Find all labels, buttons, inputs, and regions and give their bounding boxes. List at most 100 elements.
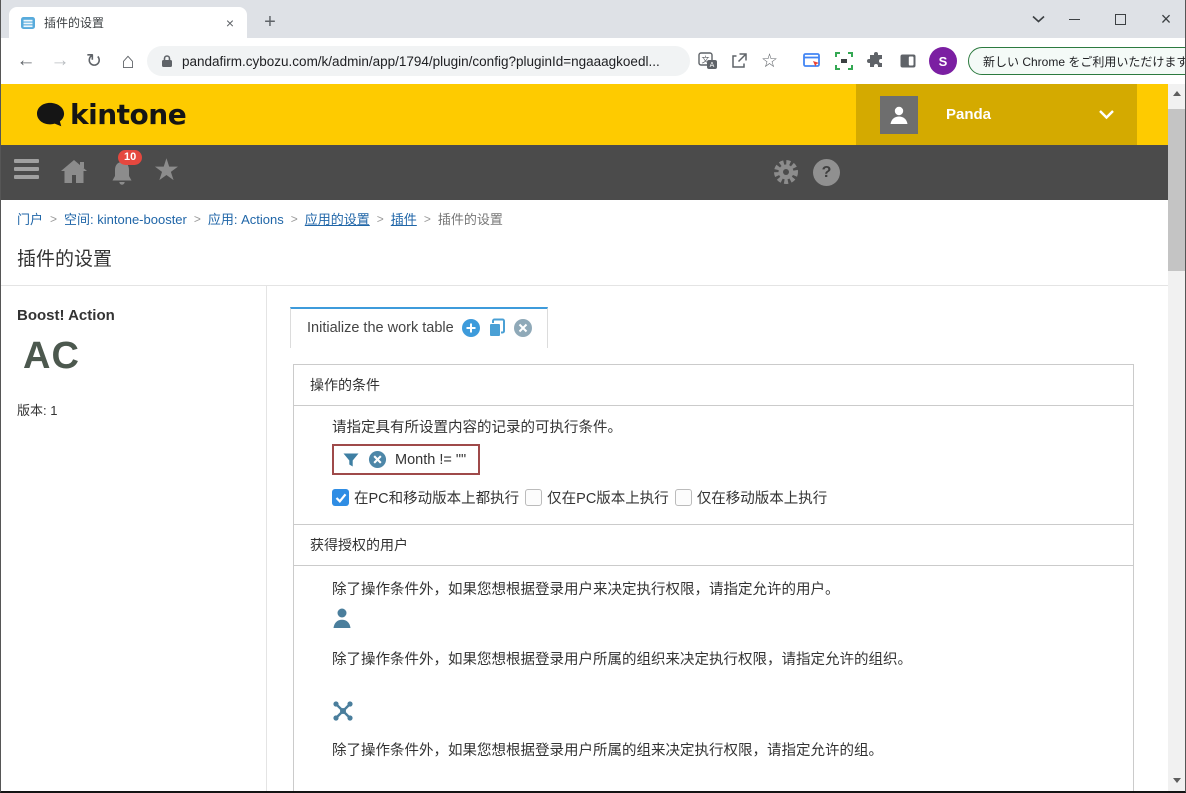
settings-gear-icon[interactable] [772, 158, 800, 191]
url-text: pandafirm.cybozu.com/k/admin/app/1794/pl… [182, 53, 660, 69]
svg-text:A: A [709, 62, 714, 69]
reload-button[interactable] [77, 44, 111, 78]
action-tab-label: Initialize the work table [307, 320, 454, 336]
extensions-group [797, 47, 922, 76]
kintone-logo-text: kintone [70, 98, 187, 131]
page-title: 插件的设置 [17, 249, 113, 270]
favorites-star-icon[interactable] [153, 153, 180, 189]
scrollbar-thumb[interactable] [1168, 109, 1185, 271]
filter-funnel-icon[interactable] [342, 451, 360, 469]
browser-toolbar: pandafirm.cybozu.com/k/admin/app/1794/pl… [1, 38, 1185, 84]
menu-hamburger-icon[interactable] [14, 159, 39, 183]
add-user-icon[interactable] [332, 607, 1109, 634]
browser-titlebar: 插件的设置 [1, 0, 1185, 38]
notification-count-badge: 10 [118, 150, 143, 165]
settings-panel: 操作的条件 请指定具有所设置内容的记录的可执行条件。 Month != "" 在… [293, 364, 1134, 791]
checkbox-unchecked-icon[interactable] [674, 489, 692, 506]
kintone-app-favicon-icon [20, 15, 36, 31]
tab-close-icon[interactable] [221, 14, 239, 32]
browser-scrollbar[interactable] [1168, 84, 1185, 791]
browser-window: 插件的设置 pandafirm.cybozu.com/k/admin/app/1… [0, 0, 1186, 793]
filter-condition-box[interactable]: Month != "" [332, 444, 481, 475]
chrome-update-notice-text: 新しい Chrome をご利用いただけます [983, 54, 1186, 69]
checkbox-unchecked-icon[interactable] [525, 489, 543, 506]
authorized-section-body: 除了操作条件外，如果您想根据登录用户来决定执行权限，请指定允许的用户。 除了操作… [294, 566, 1133, 791]
authorized-section-header: 获得授权的用户 [294, 524, 1133, 566]
tab-title: 插件的设置 [44, 16, 105, 30]
checkbox-checked-icon[interactable] [332, 489, 349, 506]
fullscreen-capture-extension-icon[interactable] [829, 47, 858, 76]
user-menu[interactable]: Panda [856, 84, 1137, 145]
breadcrumb-separator: > [193, 211, 201, 226]
checkbox-label: 仅在PC版本上执行 [547, 491, 669, 507]
browser-home-button[interactable] [111, 44, 145, 78]
breadcrumb-app-settings-link[interactable]: 应用的设置 [305, 209, 370, 228]
add-action-icon[interactable] [461, 318, 481, 338]
tab-search-chevron-icon[interactable] [1019, 0, 1057, 38]
delete-action-icon[interactable] [513, 318, 533, 338]
condition-section-header: 操作的条件 [294, 365, 1133, 406]
breadcrumb-current: 插件的设置 [437, 212, 503, 227]
checkbox-label: 仅在移动版本上执行 [696, 491, 828, 507]
page-body: 门户 > 空间: kintone-booster > 应用: Actions >… [1, 200, 1185, 791]
condition-section-body: 请指定具有所设置内容的记录的可执行条件。 Month != "" 在PC和移动版… [294, 406, 1133, 524]
user-avatar [880, 95, 918, 134]
remove-condition-icon[interactable] [368, 450, 387, 469]
checkbox-run-on-mobile-only[interactable]: 仅在移动版本上执行 [674, 487, 828, 508]
action-tab[interactable]: Initialize the work table [290, 307, 548, 348]
kintone-global-nav: 10 [1, 145, 1185, 341]
extensions-puzzle-icon[interactable] [861, 47, 890, 76]
new-tab-button[interactable] [257, 9, 283, 35]
checkbox-run-on-pc-only[interactable]: 仅在PC版本上执行 [525, 487, 669, 508]
platform-checkbox-row: 在PC和移动版本上都执行 仅在PC版本上执行 仅在移动版本上执行 [332, 487, 1109, 508]
checkbox-label: 在PC和移动版本上都执行 [354, 491, 520, 507]
portal-home-icon[interactable] [59, 158, 89, 191]
screenshot-extension-icon[interactable] [797, 47, 826, 76]
breadcrumb-plugins-link[interactable]: 插件 [391, 209, 417, 228]
close-window-button[interactable] [1147, 0, 1185, 38]
checkbox-run-on-pc-and-mobile[interactable]: 在PC和移动版本上都执行 [332, 487, 519, 508]
browser-profile-avatar[interactable]: S [929, 47, 957, 75]
plugin-name: Boost! Action [17, 307, 115, 324]
lock-icon [161, 54, 173, 68]
user-name: Panda [946, 106, 992, 123]
kintone-logo-icon [35, 101, 67, 129]
kintone-logo[interactable]: kintone [35, 84, 187, 145]
side-panel-icon[interactable] [893, 47, 922, 76]
browser-tab[interactable]: 插件的设置 [9, 7, 247, 38]
authorized-user-instruction: 除了操作条件外，如果您想根据登录用户来决定执行权限，请指定允许的用户。 [332, 582, 840, 598]
translate-icon[interactable]: 文A [692, 46, 723, 77]
breadcrumb-app-link[interactable]: 应用: Actions [208, 209, 284, 228]
minimize-button[interactable] [1055, 0, 1093, 38]
scrollbar-down-arrow[interactable] [1168, 772, 1185, 789]
breadcrumb-separator: > [50, 211, 58, 226]
sidebar-divider [266, 285, 267, 791]
breadcrumb-separator: > [376, 211, 384, 226]
authorized-org-instruction: 除了操作条件外，如果您想根据登录用户所属的组织来决定执行权限，请指定允许的组织。 [332, 652, 912, 668]
breadcrumb-separator: > [290, 211, 298, 226]
duplicate-action-icon[interactable] [488, 318, 506, 338]
notifications-bell-icon[interactable]: 10 [109, 150, 143, 193]
plugin-logo-text: AC [23, 335, 80, 377]
share-icon[interactable] [723, 46, 754, 77]
help-icon[interactable] [813, 159, 840, 186]
forward-button[interactable] [43, 44, 77, 78]
condition-instruction: 请指定具有所设置内容的记录的可执行条件。 [332, 420, 622, 436]
add-organization-icon[interactable] [332, 700, 1109, 727]
breadcrumb-separator: > [423, 211, 431, 226]
breadcrumb-portal-link[interactable]: 门户 [17, 209, 43, 228]
authorized-group-instruction: 除了操作条件外，如果您想根据登录用户所属的组来决定执行权限，请指定允许的组。 [332, 743, 883, 759]
breadcrumb-space-link[interactable]: 空间: kintone-booster [64, 209, 187, 228]
plugin-version: 版本: 1 [17, 403, 58, 418]
user-menu-chevron-icon[interactable] [1098, 109, 1115, 120]
header-divider [1, 285, 1185, 286]
maximize-button[interactable] [1101, 0, 1139, 38]
address-bar[interactable]: pandafirm.cybozu.com/k/admin/app/1794/pl… [147, 46, 690, 76]
breadcrumb: 门户 > 空间: kintone-booster > 应用: Actions >… [17, 209, 503, 228]
back-button[interactable] [9, 44, 43, 78]
scrollbar-up-arrow[interactable] [1168, 85, 1185, 102]
filter-condition-text: Month != "" [395, 451, 467, 468]
chrome-update-notice[interactable]: 新しい Chrome をご利用いただけます [968, 47, 1186, 75]
bookmark-star-icon[interactable] [754, 46, 785, 77]
kintone-header: kintone Panda [1, 84, 1185, 145]
